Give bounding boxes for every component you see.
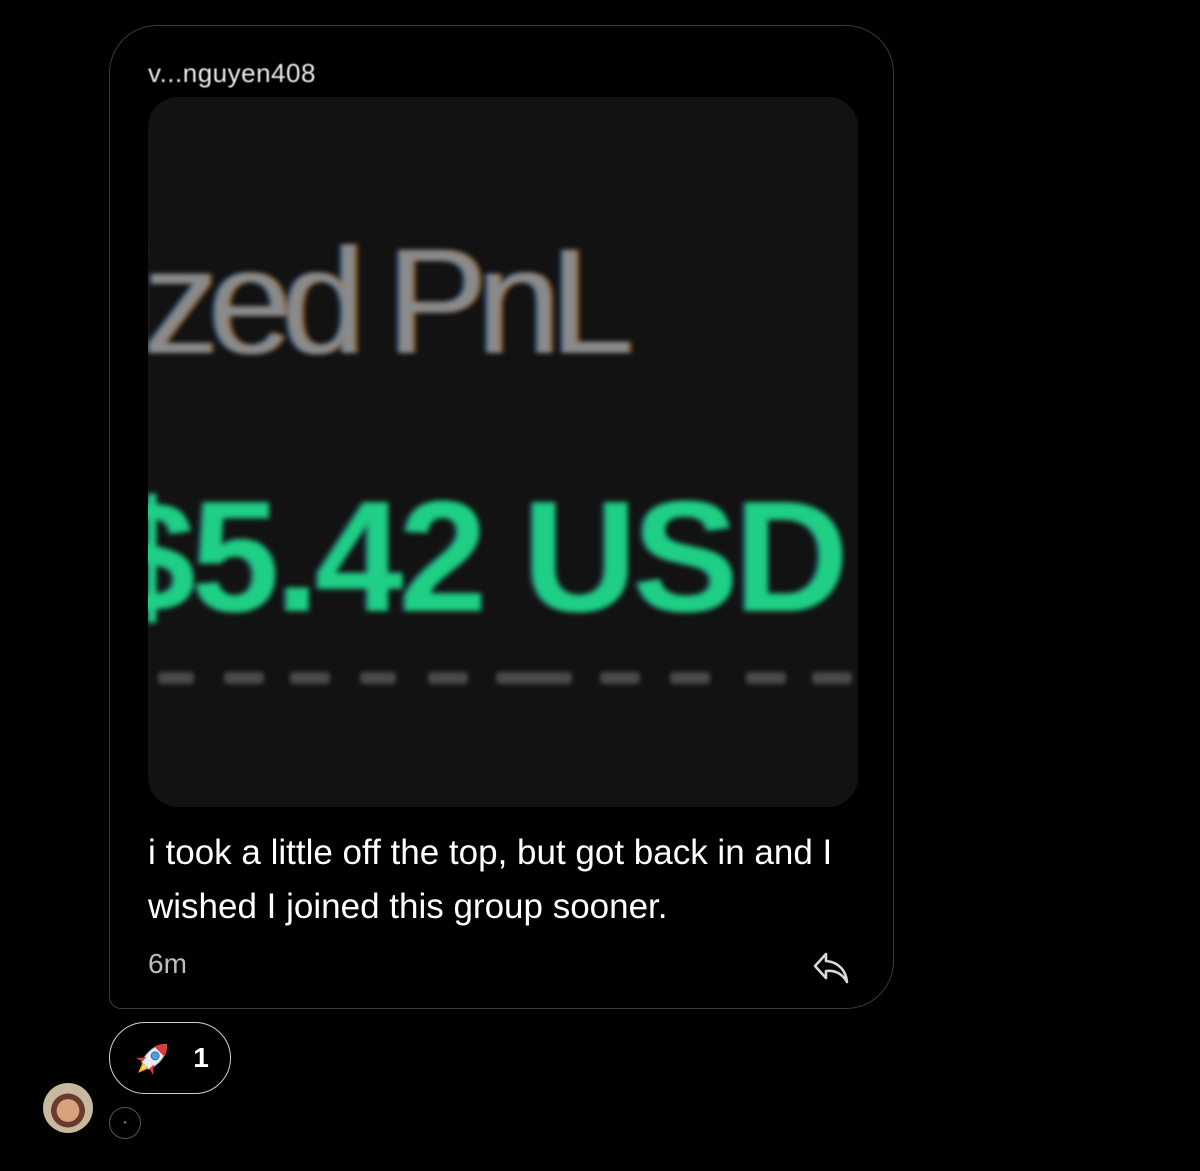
dash <box>428 672 468 684</box>
rocket-icon <box>136 1044 168 1075</box>
read-receipt-avatar: ● <box>109 1107 141 1139</box>
avatar[interactable] <box>43 1083 93 1133</box>
dash <box>670 672 710 684</box>
reaction-rocket[interactable]: 1 <box>109 1022 231 1094</box>
reply-button[interactable] <box>810 948 852 988</box>
read-receipt-dot: ● <box>123 1120 127 1126</box>
message-timestamp: 6m <box>148 948 187 979</box>
dash <box>158 672 194 684</box>
dash <box>360 672 396 684</box>
message-bubble[interactable]: v...nguyen408 ized PnL $5.42 USD i took … <box>109 25 894 1009</box>
sender-name-text: v...nguyen408 <box>148 58 316 88</box>
message-image[interactable]: ized PnL $5.42 USD <box>148 97 858 807</box>
reply-arrow-icon <box>813 952 849 984</box>
dash <box>746 672 786 684</box>
dash <box>812 672 852 684</box>
dash <box>290 672 330 684</box>
reaction-count: 1 <box>193 1042 209 1073</box>
image-dashed-line <box>148 672 858 686</box>
dash <box>224 672 264 684</box>
dash <box>600 672 640 684</box>
message-text: i took a little off the top, but got bac… <box>148 833 833 926</box>
image-pnl-label: ized PnL <box>148 217 634 385</box>
sender-name[interactable]: v...nguyen408 <box>148 58 316 89</box>
image-pnl-value: $5.42 USD <box>148 469 849 645</box>
chat-screen: v...nguyen408 ized PnL $5.42 USD i took … <box>0 0 1200 1171</box>
dash <box>496 672 572 684</box>
